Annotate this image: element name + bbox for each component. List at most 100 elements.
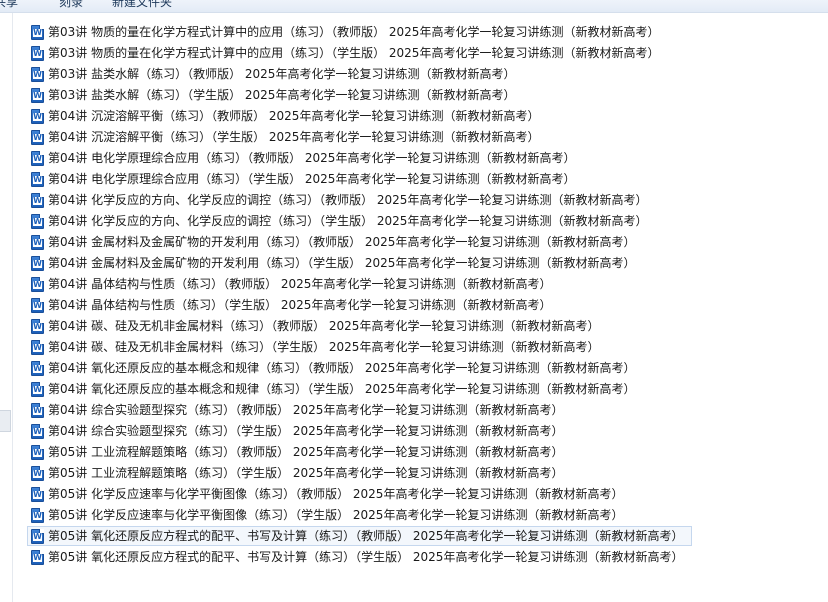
file-name-label: 第04讲 化学反应的方向、化学反应的调控（练习）（教师版） 2025年高考化学一… [48,193,648,207]
file-name-label: 第05讲 化学反应速率与化学平衡图像（练习）（教师版） 2025年高考化学一轮复… [48,487,624,501]
file-item[interactable]: W 第04讲 碳、硅及无机非金属材料（练习）（教师版） 2025年高考化学一轮复习… [27,316,817,336]
file-name-label: 第04讲 综合实验题型探究（练习）（学生版） 2025年高考化学一轮复习讲练测（… [48,424,564,438]
file-item[interactable]: W 第04讲 金属材料及金属矿物的开发利用（练习）（学生版） 2025年高考化学一… [27,253,817,273]
file-name-label: 第05讲 氧化还原反应方程式的配平、书写及计算（练习）（学生版） 2025年高考… [48,550,684,564]
word-doc-icon: W [31,423,44,439]
file-name-label: 第04讲 金属材料及金属矿物的开发利用（练习）（教师版） 2025年高考化学一轮… [48,235,636,249]
file-name-label: 第04讲 碳、硅及无机非金属材料（练习）（学生版） 2025年高考化学一轮复习讲… [48,340,600,354]
word-doc-icon-glyph: W [33,132,42,142]
file-item[interactable]: W 第05讲 氧化还原反应方程式的配平、书写及计算（练习）（教师版） 2025年高… [27,526,692,546]
word-doc-icon-glyph: W [33,363,42,373]
word-doc-icon: W [31,444,44,460]
file-item[interactable]: W 第04讲 化学反应的方向、化学反应的调控（练习）（教师版） 2025年高考化学… [27,190,817,210]
word-doc-icon-glyph: W [33,279,42,289]
file-item[interactable]: W 第04讲 晶体结构与性质（练习）（教师版） 2025年高考化学一轮复习讲练测（… [27,274,817,294]
file-name-label: 第03讲 盐类水解（练习）（教师版） 2025年高考化学一轮复习讲练测（新教材新… [48,67,516,81]
file-name-label: 第04讲 氧化还原反应的基本概念和规律（练习）（学生版） 2025年高考化学一轮… [48,382,636,396]
file-item[interactable]: W 第03讲 盐类水解（练习）（教师版） 2025年高考化学一轮复习讲练测（新教材… [27,64,817,84]
file-item[interactable]: W 第04讲 沉淀溶解平衡（练习）（教师版） 2025年高考化学一轮复习讲练测（新… [27,106,817,126]
word-doc-icon: W [31,234,44,250]
word-doc-icon-glyph: W [33,300,42,310]
word-doc-icon-glyph: W [33,489,42,499]
word-doc-icon: W [31,549,44,565]
navigation-pane[interactable] [0,13,13,602]
file-name-label: 第04讲 综合实验题型探究（练习）（教师版） 2025年高考化学一轮复习讲练测（… [48,403,564,417]
file-item[interactable]: W 第03讲 盐类水解（练习）（学生版） 2025年高考化学一轮复习讲练测（新教材… [27,85,817,105]
word-doc-icon-glyph: W [33,468,42,478]
word-doc-icon: W [31,171,44,187]
file-name-label: 第04讲 沉淀溶解平衡（练习）（教师版） 2025年高考化学一轮复习讲练测（新教… [48,109,540,123]
word-doc-icon-glyph: W [33,447,42,457]
file-item[interactable]: W 第04讲 氧化还原反应的基本概念和规律（练习）（学生版） 2025年高考化学一… [27,379,817,399]
word-doc-icon-glyph: W [33,510,42,520]
file-item[interactable]: W 第05讲 氧化还原反应方程式的配平、书写及计算（练习）（学生版） 2025年高… [27,547,817,567]
word-doc-icon: W [31,402,44,418]
word-doc-icon: W [31,192,44,208]
file-name-label: 第03讲 物质的量在化学方程式计算中的应用（练习）（教师版） 2025年高考化学… [48,25,660,39]
file-name-label: 第05讲 化学反应速率与化学平衡图像（练习）（学生版） 2025年高考化学一轮复… [48,508,624,522]
word-doc-icon-glyph: W [33,342,42,352]
file-item[interactable]: W 第03讲 物质的量在化学方程式计算中的应用（练习）（学生版） 2025年高考化… [27,43,817,63]
file-name-label: 第05讲 工业流程解题策略（练习）（教师版） 2025年高考化学一轮复习讲练测（… [48,445,564,459]
word-doc-icon-glyph: W [33,174,42,184]
word-doc-icon: W [31,108,44,124]
file-name-label: 第05讲 氧化还原反应方程式的配平、书写及计算（练习）（教师版） 2025年高考… [48,529,684,543]
burn-button[interactable]: 刻录 [59,0,83,10]
word-doc-icon: W [31,381,44,397]
word-doc-icon-glyph: W [33,258,42,268]
file-name-label: 第04讲 电化学原理综合应用（练习）（学生版） 2025年高考化学一轮复习讲练测… [48,172,576,186]
file-item[interactable]: W 第04讲 综合实验题型探究（练习）（学生版） 2025年高考化学一轮复习讲练测… [27,421,817,441]
file-name-label: 第03讲 盐类水解（练习）（学生版） 2025年高考化学一轮复习讲练测（新教材新… [48,88,516,102]
file-name-label: 第04讲 电化学原理综合应用（练习）（教师版） 2025年高考化学一轮复习讲练测… [48,151,576,165]
file-list: W 第03讲 物质的量在化学方程式计算中的应用（练习）（教师版） 2025年高考化… [27,22,817,568]
word-doc-icon: W [31,129,44,145]
word-doc-icon-glyph: W [33,552,42,562]
word-doc-icon-glyph: W [33,321,42,331]
file-item[interactable]: W 第04讲 综合实验题型探究（练习）（教师版） 2025年高考化学一轮复习讲练测… [27,400,817,420]
file-item[interactable]: W 第05讲 工业流程解题策略（练习）（教师版） 2025年高考化学一轮复习讲练测… [27,442,817,462]
file-item[interactable]: W 第05讲 工业流程解题策略（练习）（学生版） 2025年高考化学一轮复习讲练测… [27,463,817,483]
file-item[interactable]: W 第05讲 化学反应速率与化学平衡图像（练习）（教师版） 2025年高考化学一轮… [27,484,817,504]
word-doc-icon: W [31,213,44,229]
word-doc-icon: W [31,507,44,523]
file-name-label: 第04讲 晶体结构与性质（练习）（学生版） 2025年高考化学一轮复习讲练测（新… [48,298,552,312]
word-doc-icon-glyph: W [33,90,42,100]
word-doc-icon-glyph: W [33,531,42,541]
pane-splitter-handle[interactable] [0,410,11,432]
new-folder-button[interactable]: 新建文件夹 [112,0,172,10]
file-name-label: 第04讲 沉淀溶解平衡（练习）（学生版） 2025年高考化学一轮复习讲练测（新教… [48,130,540,144]
word-doc-icon-glyph: W [33,111,42,121]
word-doc-icon: W [31,360,44,376]
word-doc-icon: W [31,45,44,61]
word-doc-icon: W [31,528,44,544]
file-name-label: 第04讲 金属材料及金属矿物的开发利用（练习）（学生版） 2025年高考化学一轮… [48,256,636,270]
word-doc-icon: W [31,150,44,166]
explorer-window: 共享 刻录 新建文件夹 W 第03讲 物质的量在化学方程式计算中的应用（练习）（教… [0,0,828,602]
file-item[interactable]: W 第04讲 晶体结构与性质（练习）（学生版） 2025年高考化学一轮复习讲练测（… [27,295,817,315]
file-name-label: 第04讲 化学反应的方向、化学反应的调控（练习）（学生版） 2025年高考化学一… [48,214,648,228]
word-doc-icon: W [31,87,44,103]
word-doc-icon: W [31,66,44,82]
word-doc-icon-glyph: W [33,48,42,58]
word-doc-icon-glyph: W [33,384,42,394]
file-item[interactable]: W 第04讲 电化学原理综合应用（练习）（教师版） 2025年高考化学一轮复习讲练… [27,148,817,168]
file-item[interactable]: W 第04讲 碳、硅及无机非金属材料（练习）（学生版） 2025年高考化学一轮复习… [27,337,817,357]
word-doc-icon: W [31,24,44,40]
file-name-label: 第03讲 物质的量在化学方程式计算中的应用（练习）（学生版） 2025年高考化学… [48,46,660,60]
word-doc-icon-glyph: W [33,216,42,226]
file-item[interactable]: W 第04讲 电化学原理综合应用（练习）（学生版） 2025年高考化学一轮复习讲练… [27,169,817,189]
file-name-label: 第04讲 氧化还原反应的基本概念和规律（练习）（教师版） 2025年高考化学一轮… [48,361,636,375]
file-item[interactable]: W 第04讲 化学反应的方向、化学反应的调控（练习）（学生版） 2025年高考化学… [27,211,817,231]
share-menu-button[interactable]: 共享 [0,0,18,10]
word-doc-icon-glyph: W [33,153,42,163]
word-doc-icon: W [31,339,44,355]
file-item[interactable]: W 第03讲 物质的量在化学方程式计算中的应用（练习）（教师版） 2025年高考化… [27,22,817,42]
word-doc-icon-glyph: W [33,405,42,415]
file-item[interactable]: W 第04讲 沉淀溶解平衡（练习）（学生版） 2025年高考化学一轮复习讲练测（新… [27,127,817,147]
word-doc-icon: W [31,486,44,502]
file-item[interactable]: W 第05讲 化学反应速率与化学平衡图像（练习）（学生版） 2025年高考化学一轮… [27,505,817,525]
word-doc-icon: W [31,465,44,481]
word-doc-icon: W [31,297,44,313]
file-item[interactable]: W 第04讲 氧化还原反应的基本概念和规律（练习）（教师版） 2025年高考化学一… [27,358,817,378]
file-item[interactable]: W 第04讲 金属材料及金属矿物的开发利用（练习）（教师版） 2025年高考化学一… [27,232,817,252]
